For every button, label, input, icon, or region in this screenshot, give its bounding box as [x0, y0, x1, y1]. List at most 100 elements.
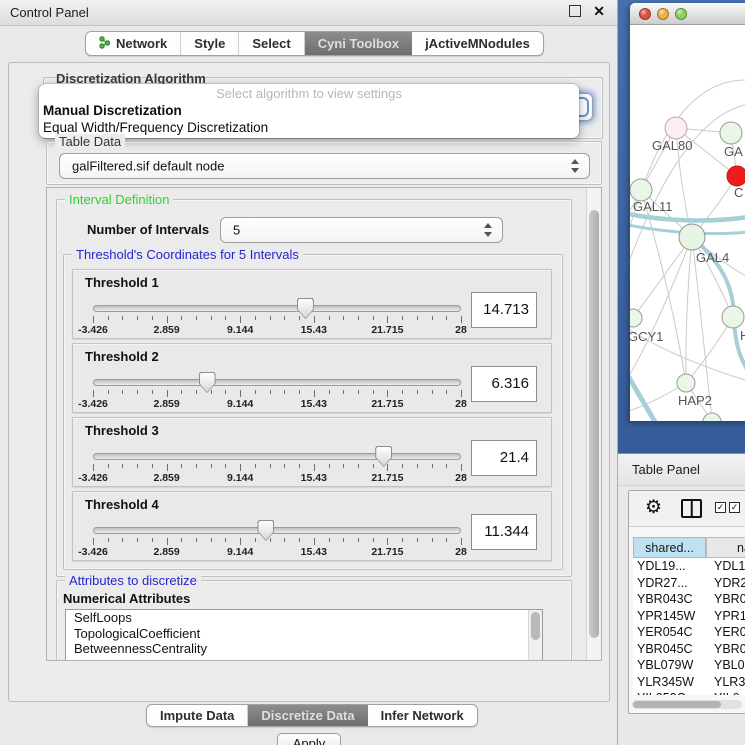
slider-thumb[interactable] — [257, 520, 274, 541]
tab-infer-network[interactable]: Infer Network — [368, 705, 477, 726]
scrollbar-thumb[interactable] — [589, 210, 599, 638]
zoom-traffic-light-icon[interactable] — [675, 8, 687, 20]
network-window-titlebar[interactable] — [630, 3, 745, 25]
threshold-value-field[interactable]: 11.344 — [471, 514, 537, 550]
settings-scrollbar[interactable] — [586, 188, 601, 660]
slider-thumb[interactable] — [375, 446, 392, 467]
table-data-combobox[interactable]: galFiltered.sif default node — [59, 153, 590, 179]
table-row[interactable]: YIL052CYIL0 — [633, 690, 745, 695]
slider-tick-label: 2.859 — [153, 398, 179, 410]
columns-icon[interactable] — [681, 499, 702, 518]
slider-tick — [417, 316, 418, 320]
minimize-traffic-light-icon[interactable] — [657, 8, 669, 20]
table-cell[interactable]: YBL0 — [706, 657, 745, 674]
network-node-gcy1[interactable] — [630, 309, 642, 327]
table-cell[interactable]: YIL052C — [633, 690, 706, 695]
table-row[interactable]: YLR345WYLR3 — [633, 674, 745, 691]
tab-discretize-data[interactable]: Discretize Data — [248, 705, 367, 726]
attribute-list-item[interactable]: BetweennessCentrality — [66, 641, 542, 657]
threshold-value-field[interactable]: 21.4 — [471, 440, 537, 476]
attribute-list-item[interactable]: TopologicalCoefficient — [66, 626, 542, 642]
column-header-shared-[interactable]: shared... — [633, 537, 706, 558]
slider-tick — [137, 316, 138, 320]
table-cell[interactable]: YBL079W — [633, 657, 706, 674]
gear-icon[interactable]: ⚙ — [645, 496, 662, 519]
number-of-intervals-combobox[interactable]: 5 — [220, 217, 503, 243]
threshold-slider[interactable]: -3.4262.8599.14415.4321.71528 — [93, 446, 461, 484]
network-node-gal11[interactable] — [630, 179, 652, 201]
dropdown-item-manual-discretization[interactable]: Manual Discretization — [39, 102, 579, 119]
slider-thumb[interactable] — [199, 372, 216, 393]
tab-select[interactable]: Select — [239, 32, 304, 55]
table-cell[interactable]: YDR2 — [706, 575, 745, 592]
threshold-slider[interactable]: -3.4262.8599.14415.4321.71528 — [93, 520, 461, 558]
slider-tick — [417, 390, 418, 394]
slider-track[interactable] — [93, 453, 461, 460]
slider-tick-label: 28 — [455, 398, 467, 410]
table-row[interactable]: YDR27...YDR2 — [633, 575, 745, 592]
table-cell[interactable]: YBR043C — [633, 591, 706, 608]
table-row[interactable]: YPR145WYPR1 — [633, 608, 745, 625]
list-scrollbar[interactable] — [528, 610, 542, 661]
combo-stepper-icon[interactable] — [571, 159, 580, 173]
table-cell[interactable]: YLR345W — [633, 674, 706, 691]
checkbox-icon[interactable]: ✓ — [715, 502, 726, 513]
slider-tick — [152, 464, 153, 468]
network-node-h[interactable] — [722, 306, 744, 328]
close-icon[interactable]: ✕ — [593, 3, 605, 20]
threshold-value-field[interactable]: 14.713 — [471, 292, 537, 328]
table-cell[interactable]: YBR0 — [706, 591, 745, 608]
slider-tick-label: 2.859 — [153, 546, 179, 558]
algorithm-dropdown-popup: Select algorithm to view settings Manual… — [39, 84, 579, 138]
tab-network[interactable]: Network — [86, 32, 181, 55]
threshold-value-field[interactable]: 6.316 — [471, 366, 537, 402]
threshold-slider[interactable]: -3.4262.8599.14415.4321.71528 — [93, 298, 461, 336]
combo-stepper-icon[interactable] — [484, 223, 493, 237]
table-cell[interactable]: YIL0 — [706, 690, 745, 695]
table-h-scrollbar[interactable] — [632, 700, 742, 709]
table-cell[interactable]: YBR0 — [706, 641, 745, 658]
threshold-label: Threshold 4 — [85, 497, 159, 512]
slider-tick — [387, 316, 388, 323]
table-cell[interactable]: YBR045C — [633, 641, 706, 658]
network-view-window[interactable]: GAL80GACGAL11GAL4GCY1HHAP2 — [630, 3, 745, 421]
tab-impute-data[interactable]: Impute Data — [147, 705, 248, 726]
tab-style[interactable]: Style — [181, 32, 239, 55]
tab-jactivemnodules[interactable]: jActiveMNodules — [412, 32, 543, 55]
threshold-slider[interactable]: -3.4262.8599.14415.4321.71528 — [93, 372, 461, 410]
slider-track[interactable] — [93, 379, 461, 386]
table-row[interactable]: YBL079WYBL0 — [633, 657, 745, 674]
table-cell[interactable]: YER054C — [633, 624, 706, 641]
apply-button[interactable]: Apply — [277, 733, 341, 745]
checkbox-icon[interactable]: ✓ — [729, 502, 740, 513]
table-row[interactable]: YBR043CYBR0 — [633, 591, 745, 608]
table-cell[interactable]: YER0 — [706, 624, 745, 641]
network-node-ga[interactable] — [720, 122, 742, 144]
slider-track[interactable] — [93, 305, 461, 312]
network-node-gal80[interactable] — [665, 117, 687, 139]
scrollbar-thumb[interactable] — [633, 701, 721, 708]
network-node-gal4[interactable] — [679, 224, 705, 250]
table-row[interactable]: YBR045CYBR0 — [633, 641, 745, 658]
table-row[interactable]: YDL19...YDL1 — [633, 558, 745, 575]
node-label: GAL4 — [696, 250, 729, 265]
tab-cyni-toolbox[interactable]: Cyni Toolbox — [305, 32, 412, 55]
column-header-na[interactable]: na — [706, 537, 745, 558]
network-canvas[interactable]: GAL80GACGAL11GAL4GCY1HHAP2 — [630, 25, 745, 421]
scrollbar-thumb[interactable] — [531, 612, 540, 640]
attribute-list-item[interactable]: SelfLoops — [66, 610, 542, 626]
table-cell[interactable]: YDL1 — [706, 558, 745, 575]
table-row[interactable]: YER054CYER0 — [633, 624, 745, 641]
table-cell[interactable]: YDL19... — [633, 558, 706, 575]
network-node-hap2[interactable] — [677, 374, 695, 392]
table-cell[interactable]: YPR1 — [706, 608, 745, 625]
table-cell[interactable]: YLR3 — [706, 674, 745, 691]
network-node-c-red[interactable] — [727, 166, 745, 186]
slider-track[interactable] — [93, 527, 461, 534]
close-traffic-light-icon[interactable] — [639, 8, 651, 20]
network-node-bottom[interactable] — [703, 413, 721, 421]
slider-tick — [270, 464, 271, 468]
table-cell[interactable]: YDR27... — [633, 575, 706, 592]
table-cell[interactable]: YPR145W — [633, 608, 706, 625]
float-window-icon[interactable] — [569, 5, 581, 17]
